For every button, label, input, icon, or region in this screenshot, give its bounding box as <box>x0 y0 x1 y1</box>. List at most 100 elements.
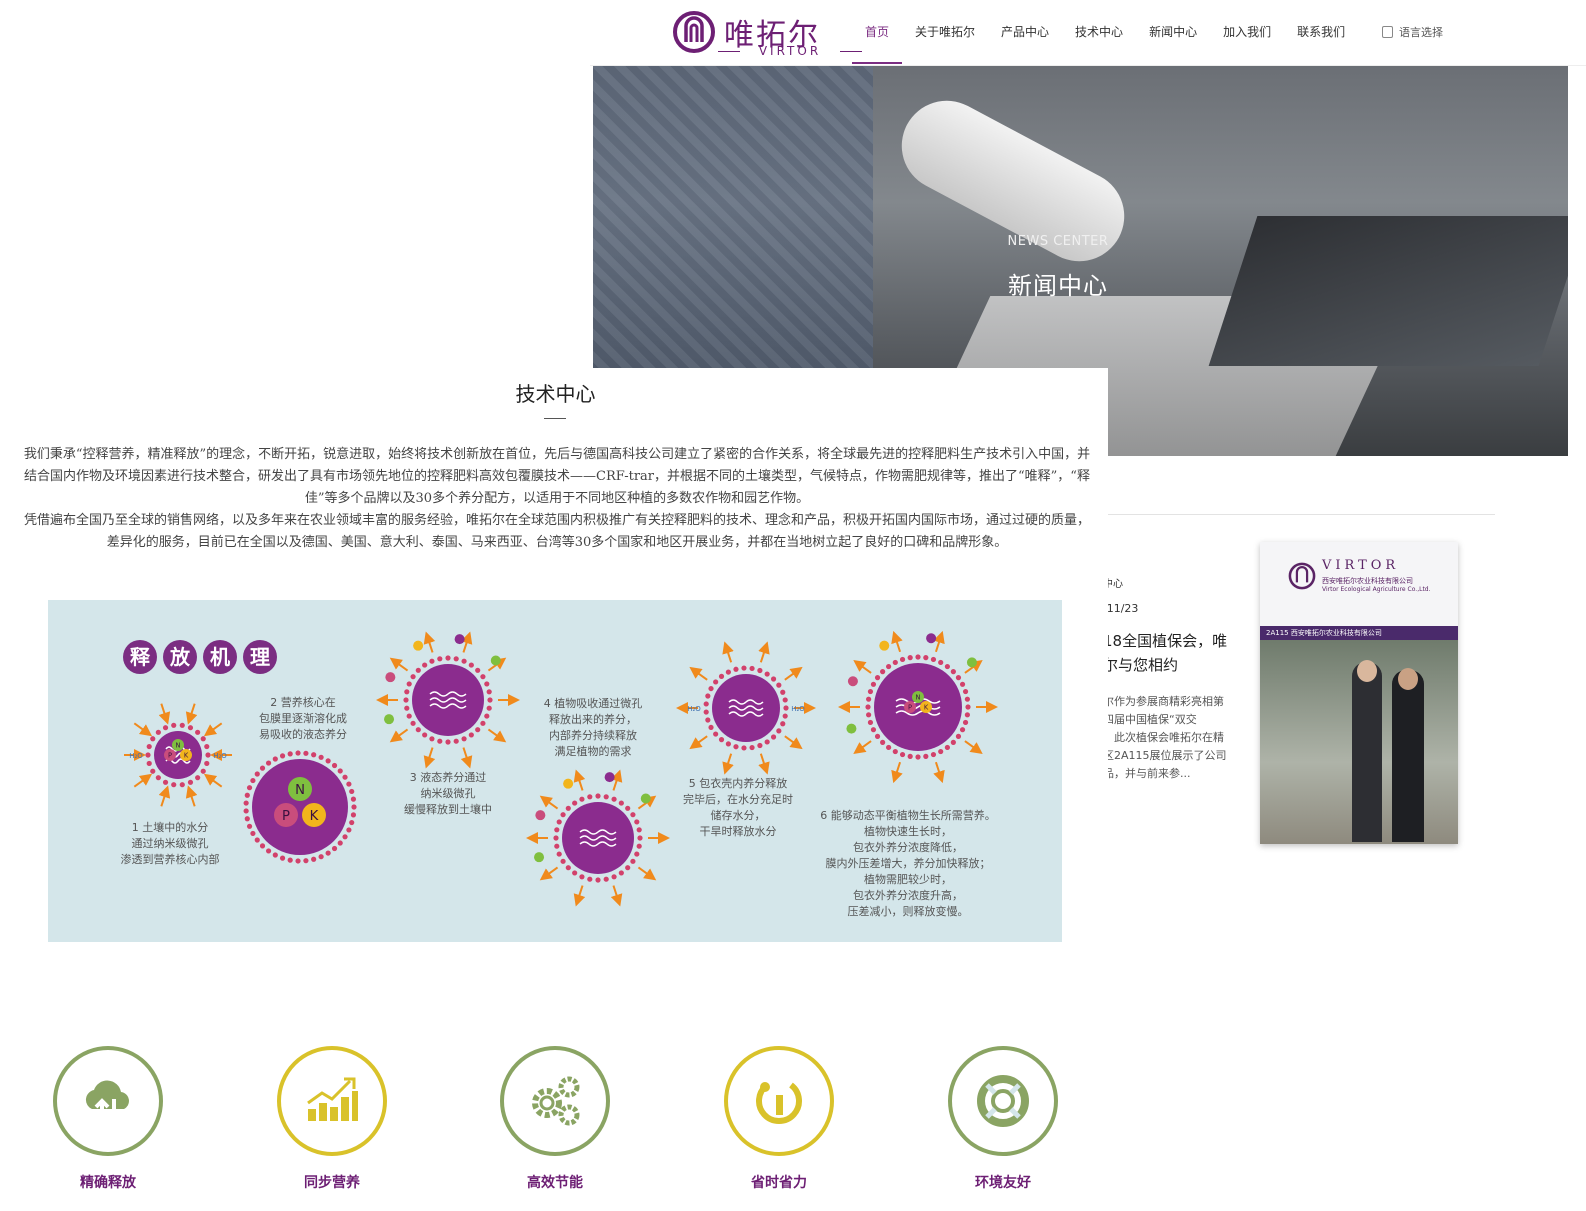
lifebuoy-icon <box>977 1075 1029 1127</box>
language-selector[interactable]: 语言选择 <box>1382 24 1443 40</box>
coating-dot <box>554 843 560 849</box>
flow-arrow <box>891 761 903 784</box>
coating-dot <box>254 771 260 777</box>
nav-about[interactable]: 关于唯拓尔 <box>902 0 988 64</box>
news-item[interactable]: 中心 /11/23 18全国植保会，唯 尔与您相约 尔作为参展商精彩亮相第 四届… <box>1103 575 1243 783</box>
coating-dot <box>705 693 711 699</box>
feature-circle <box>948 1046 1058 1156</box>
coating-dot <box>708 685 714 692</box>
coating-dot <box>780 721 786 727</box>
coating-dot <box>187 779 194 785</box>
news-description: 尔作为参展商精彩亮相第 四届中国植保“双交 。此次植保会唯拓尔在精 区2A115… <box>1103 695 1227 780</box>
nav-join[interactable]: 加入我们 <box>1210 0 1284 64</box>
coating-dot <box>625 805 631 811</box>
booth-company-en: Virtor Ecological Agriculture Co.,Ltd. <box>1322 586 1431 593</box>
coating-dot <box>634 819 640 825</box>
coating-dot <box>155 729 161 735</box>
coating-dot <box>708 724 714 731</box>
coating-dot <box>757 742 763 749</box>
coating-dot <box>783 705 789 711</box>
coating-dot <box>867 688 874 695</box>
coating-dot <box>776 682 782 688</box>
coating-dot <box>404 705 410 711</box>
coating-dot <box>351 804 357 810</box>
coating-dot <box>886 663 892 670</box>
nav-home[interactable]: 首页 <box>852 0 903 64</box>
tech-center-title: 技术中心 <box>515 382 596 406</box>
flow-arrow <box>185 785 198 807</box>
coating-dot <box>415 667 421 673</box>
coating-dot <box>171 782 177 788</box>
released-nutrient <box>879 640 890 651</box>
person-figure <box>1352 662 1382 842</box>
flow-arrow <box>573 885 586 907</box>
coating-dot <box>892 748 898 755</box>
flow-arrow <box>203 773 223 788</box>
intro-paragraph-1: 我们秉承“控释营养，精准释放”的理念，不断开拓，锐意进取，始终将技术创新放在首位… <box>23 447 1091 506</box>
nav-tech[interactable]: 技术中心 <box>1062 0 1136 64</box>
coating-dot <box>311 856 317 862</box>
coating-dot <box>782 713 788 719</box>
virtor-logo-icon <box>1288 562 1316 590</box>
feature-label: 精确释放 <box>80 1175 136 1191</box>
feature-energy-efficient[interactable]: 高效节能 <box>485 1046 625 1192</box>
language-label: 语言选择 <box>1399 26 1443 39</box>
flow-arrow <box>460 747 473 769</box>
feature-label: 环境友好 <box>975 1175 1031 1191</box>
nav-news[interactable]: 新闻中心 <box>1136 0 1210 64</box>
coating-dot <box>944 744 950 751</box>
coating-dot <box>611 874 617 880</box>
coating-dot <box>475 727 481 733</box>
flow-arrow <box>487 728 507 743</box>
flow-arrow <box>389 657 409 672</box>
coating-dot <box>349 788 355 795</box>
site-logo[interactable]: 唯拓尔 VIRTOR <box>672 8 862 60</box>
coating-dot <box>480 720 486 726</box>
coating-dot <box>453 738 459 744</box>
coating-dot <box>930 656 937 663</box>
nutrient-label: K <box>924 703 929 711</box>
coating-dot <box>938 659 944 666</box>
flow-arrow <box>423 747 436 769</box>
coating-dot <box>204 760 210 767</box>
coating-dot <box>179 722 185 728</box>
coating-dot <box>486 705 492 711</box>
coating-dot <box>764 671 770 677</box>
feature-circle <box>277 1046 387 1156</box>
coating-dot <box>155 775 161 781</box>
coating-dot <box>705 717 711 723</box>
released-nutrient <box>966 657 977 668</box>
coating-dot <box>342 834 348 840</box>
feature-circle <box>53 1046 163 1156</box>
flow-arrow <box>539 866 559 881</box>
coating-dot <box>337 840 343 846</box>
hero-subtitle: NEWS CENTER <box>1007 234 1109 249</box>
coating-dot <box>630 858 636 864</box>
coating-dot <box>611 796 617 802</box>
feature-sync-nutrition[interactable]: 同步营养 <box>262 1046 402 1192</box>
coating-dot <box>410 674 416 680</box>
news-photo[interactable]: VIRTOR 西安唯拓尔农业科技有限公司 Virtor Ecological A… <box>1260 542 1458 844</box>
coating-dot <box>770 734 777 740</box>
coating-dot <box>325 850 331 856</box>
flow-arrow <box>784 666 803 681</box>
coating-dot <box>171 722 177 728</box>
coating-dot <box>955 733 962 739</box>
feature-time-saving[interactable]: 省时省力 <box>709 1046 849 1192</box>
news-title[interactable]: 18全国植保会，唯 尔与您相约 <box>1103 629 1243 677</box>
coating-dot <box>410 720 416 726</box>
feature-eco-friendly[interactable]: 环境友好 <box>933 1046 1073 1192</box>
cloud-arrows-icon <box>85 1080 129 1122</box>
nav-contact[interactable]: 联系我们 <box>1284 0 1358 64</box>
power-icon <box>756 1082 802 1124</box>
coating-dot <box>907 655 913 661</box>
nav-products[interactable]: 产品中心 <box>988 0 1062 64</box>
coating-dot <box>295 858 301 864</box>
feature-precise-release[interactable]: 精确释放 <box>38 1046 178 1192</box>
water-label: H₂O <box>791 705 805 713</box>
coating-dot <box>254 837 260 843</box>
document-icon <box>1382 26 1393 38</box>
coating-dot <box>556 819 562 825</box>
coating-dot <box>962 719 969 726</box>
coating-dot <box>603 876 609 882</box>
